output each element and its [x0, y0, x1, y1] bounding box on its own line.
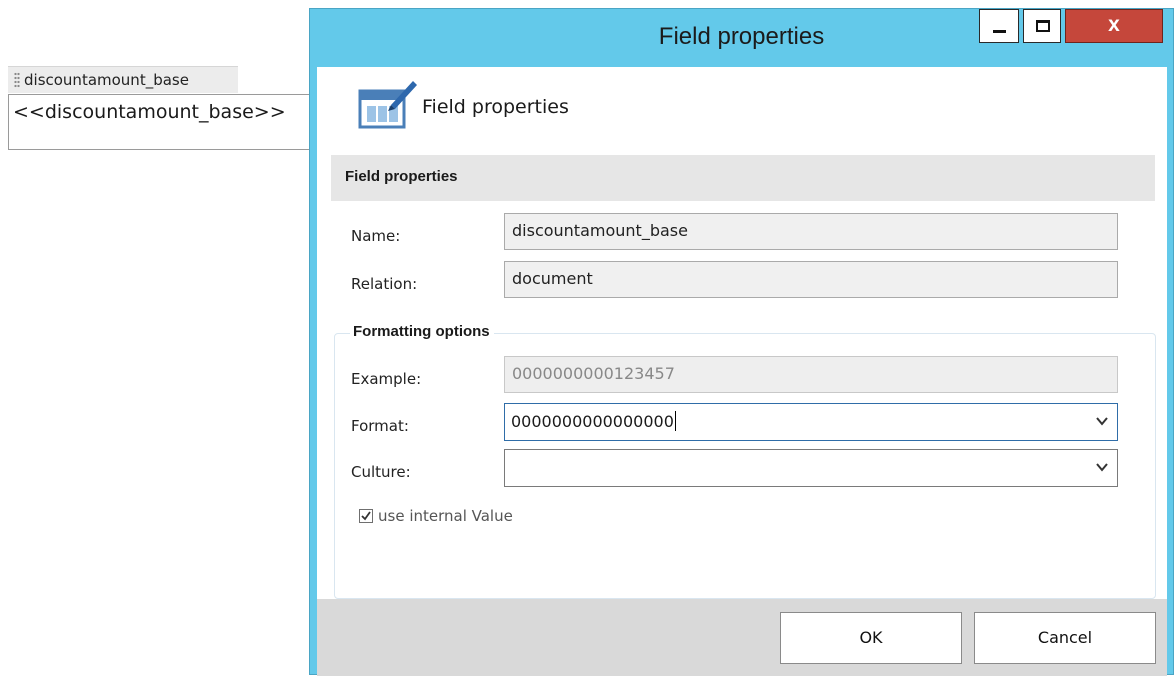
title-bar[interactable]: Field properties x: [310, 9, 1173, 67]
culture-label: Culture:: [351, 463, 411, 481]
ok-button[interactable]: OK: [780, 612, 962, 664]
checkbox-icon[interactable]: [359, 509, 373, 523]
format-combobox[interactable]: 0000000000000000: [504, 403, 1118, 441]
minimize-button[interactable]: [979, 9, 1019, 43]
field-tab[interactable]: discountamount_base: [8, 66, 238, 93]
chevron-down-icon[interactable]: [1095, 414, 1109, 428]
section-header: Field properties: [331, 155, 1155, 201]
section-title: Field properties: [345, 168, 458, 185]
use-internal-value-checkbox[interactable]: use internal Value: [359, 507, 513, 525]
field-properties-icon: [358, 81, 417, 129]
dialog-body: Field properties Field properties Name: …: [317, 67, 1167, 676]
cancel-button[interactable]: Cancel: [974, 612, 1156, 664]
format-value: 0000000000000000: [511, 411, 676, 431]
relation-field[interactable]: document: [504, 261, 1118, 298]
maximize-button[interactable]: [1023, 9, 1061, 43]
field-tab-label: discountamount_base: [24, 71, 189, 89]
field-properties-dialog: Field properties x Field properties Fiel…: [309, 8, 1174, 676]
close-button[interactable]: x: [1065, 9, 1163, 43]
checkmark-icon: [361, 511, 371, 521]
formatting-options-title: Formatting options: [350, 323, 494, 340]
drag-grip-icon[interactable]: [14, 72, 20, 88]
format-label: Format:: [351, 417, 409, 435]
close-icon: x: [1108, 13, 1120, 36]
use-internal-value-label: use internal Value: [378, 507, 513, 525]
merge-field-box[interactable]: <<discountamount_base>>: [8, 94, 338, 150]
culture-combobox[interactable]: [504, 449, 1118, 487]
relation-label: Relation:: [351, 275, 418, 293]
name-field[interactable]: discountamount_base: [504, 213, 1118, 250]
example-label: Example:: [351, 370, 422, 388]
chevron-down-icon[interactable]: [1095, 460, 1109, 474]
name-label: Name:: [351, 227, 401, 245]
merge-field-text: <<discountamount_base>>: [13, 101, 286, 123]
example-field: 0000000000123457: [504, 356, 1118, 393]
header-title: Field properties: [422, 96, 569, 118]
